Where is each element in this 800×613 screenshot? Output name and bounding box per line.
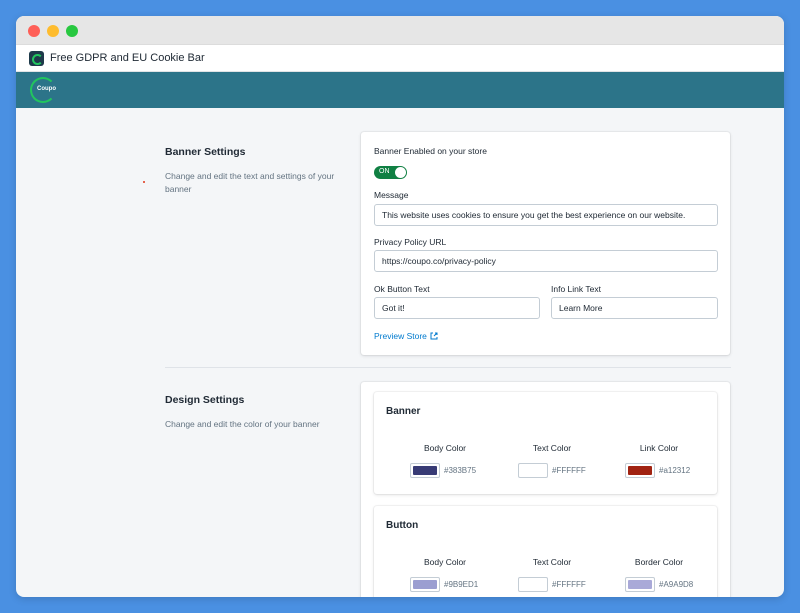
banner-text-color-label: Text Color <box>532 443 572 453</box>
banner-settings-description: Change and edit the text and settings of… <box>165 171 335 194</box>
section-divider <box>165 367 731 368</box>
titlebar <box>16 16 784 45</box>
design-settings-description: Change and edit the color of your banner <box>165 419 320 429</box>
design-settings-title: Design Settings <box>165 394 245 406</box>
button-text-color-hex: #FFFFFF <box>552 580 586 589</box>
banner-link-color-picker[interactable]: #a12312 <box>625 463 690 478</box>
close-window-button[interactable] <box>28 25 40 37</box>
info-link-text-input[interactable]: Learn More <box>551 297 718 319</box>
button-body-color-hex: #9B9ED1 <box>444 580 479 589</box>
banner-settings-card: Banner Enabled on your store ON Message … <box>361 132 730 355</box>
toggle-knob <box>395 167 406 178</box>
app-icon <box>29 50 44 66</box>
banner-enabled-toggle[interactable]: ON <box>374 166 407 179</box>
button-text-color-picker[interactable]: #FFFFFF <box>518 577 586 592</box>
banner-settings-title: Banner Settings <box>165 146 246 158</box>
button-border-color-hex: #A9A9D8 <box>659 580 694 589</box>
external-link-icon <box>430 332 438 340</box>
privacy-url-label: Privacy Policy URL <box>374 237 447 247</box>
minimize-window-button[interactable] <box>47 25 59 37</box>
button-colors-title: Button <box>386 520 419 531</box>
button-colors-card: Button Body Color Text Color Border Colo… <box>374 506 717 597</box>
app-title: Free GDPR and EU Cookie Bar <box>50 52 205 64</box>
logo-text: Coupo <box>37 86 56 92</box>
banner-body-color-label: Body Color <box>423 443 467 453</box>
message-input[interactable]: This website uses cookies to ensure you … <box>374 204 718 226</box>
brand-bar: Coupo <box>16 72 784 108</box>
coupo-logo-icon: Coupo <box>30 77 56 103</box>
banner-text-color-hex: #FFFFFF <box>552 466 586 475</box>
banner-settings-info: Banner Settings Change and edit the text… <box>165 146 335 196</box>
app-header: Free GDPR and EU Cookie Bar <box>16 45 784 72</box>
banner-link-color-label: Link Color <box>639 443 679 453</box>
red-marker <box>143 181 145 183</box>
button-border-color-picker[interactable]: #A9A9D8 <box>625 577 693 592</box>
button-body-color-label: Body Color <box>423 557 467 567</box>
button-body-color-picker[interactable]: #9B9ED1 <box>410 577 478 592</box>
design-settings-card: Banner Body Color Text Color Link Color … <box>361 382 730 597</box>
ok-button-text-label: Ok Button Text <box>374 284 430 294</box>
button-text-color-label: Text Color <box>532 557 572 567</box>
banner-body-color-hex: #383B75 <box>444 466 477 475</box>
banner-colors-title: Banner <box>386 406 421 417</box>
banner-text-color-picker[interactable]: #FFFFFF <box>518 463 586 478</box>
preview-store-link[interactable]: Preview Store <box>374 331 438 341</box>
banner-enabled-label: Banner Enabled on your store <box>374 146 487 156</box>
button-border-color-label: Border Color <box>634 557 684 567</box>
banner-link-color-hex: #a12312 <box>659 466 691 475</box>
toggle-label: ON <box>379 168 390 175</box>
banner-colors-card: Banner Body Color Text Color Link Color … <box>374 392 717 494</box>
ok-button-text-input[interactable]: Got it! <box>374 297 540 319</box>
app-window: Free GDPR and EU Cookie Bar Coupo Banner… <box>16 16 784 597</box>
maximize-window-button[interactable] <box>66 25 78 37</box>
privacy-url-input[interactable]: https://coupo.co/privacy-policy <box>374 250 718 272</box>
message-label: Message <box>374 190 409 200</box>
design-settings-info: Design Settings Change and edit the colo… <box>165 394 365 431</box>
banner-body-color-picker[interactable]: #383B75 <box>410 463 476 478</box>
preview-store-label: Preview Store <box>374 331 427 341</box>
info-link-text-label: Info Link Text <box>551 284 601 294</box>
